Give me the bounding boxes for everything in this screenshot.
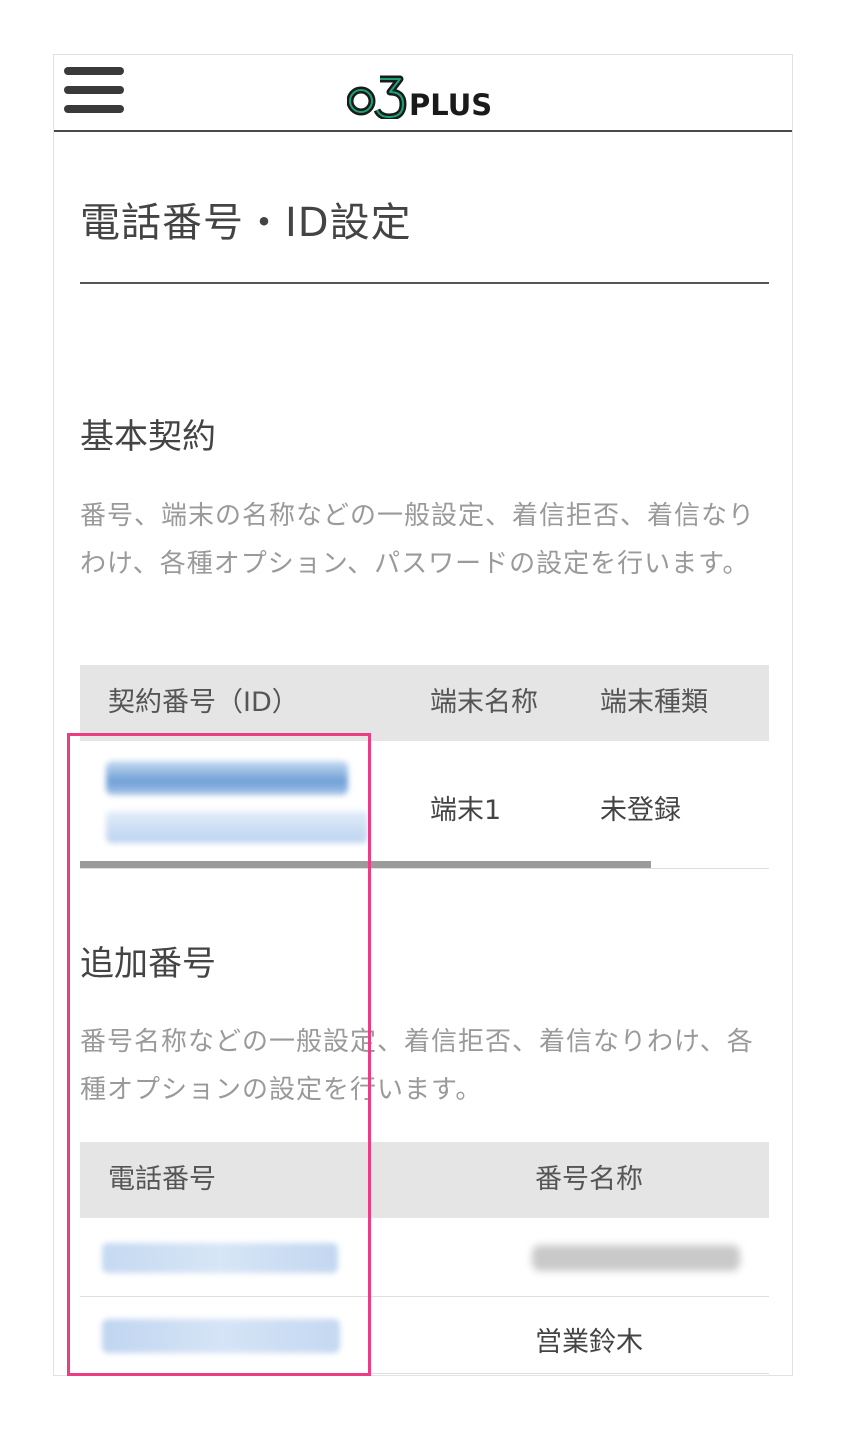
column-header-terminal-name: 端末名称 <box>430 687 538 718</box>
terminal-type-cell: 未登録 <box>600 795 681 826</box>
basic-contract-table-header: 契約番号（ID） 端末名称 端末種類 <box>80 665 769 741</box>
number-name-cell: 営業鈴木 <box>535 1327 643 1358</box>
o3plus-logo[interactable]: PLUS <box>347 73 502 119</box>
hamburger-menu-icon[interactable] <box>64 67 124 113</box>
column-header-contract-id: 契約番号（ID） <box>108 687 299 718</box>
app-header: PLUS <box>54 55 792 132</box>
logo-wordmark: PLUS <box>409 88 492 119</box>
number-name-cell <box>532 1245 740 1271</box>
terminal-name-cell: 端末1 <box>430 795 502 826</box>
basic-contract-description: 番号、端末の名称などの一般設定、着信拒否、着信なりわけ、各種オプション、パスワー… <box>80 501 756 579</box>
page-title: 電話番号・ID設定 <box>80 200 412 246</box>
title-divider <box>80 282 769 284</box>
column-header-number-name: 番号名称 <box>535 1164 643 1195</box>
column-header-terminal-type: 端末種類 <box>600 687 708 718</box>
highlight-annotation-box <box>67 733 371 1376</box>
basic-contract-heading: 基本契約 <box>80 417 216 457</box>
